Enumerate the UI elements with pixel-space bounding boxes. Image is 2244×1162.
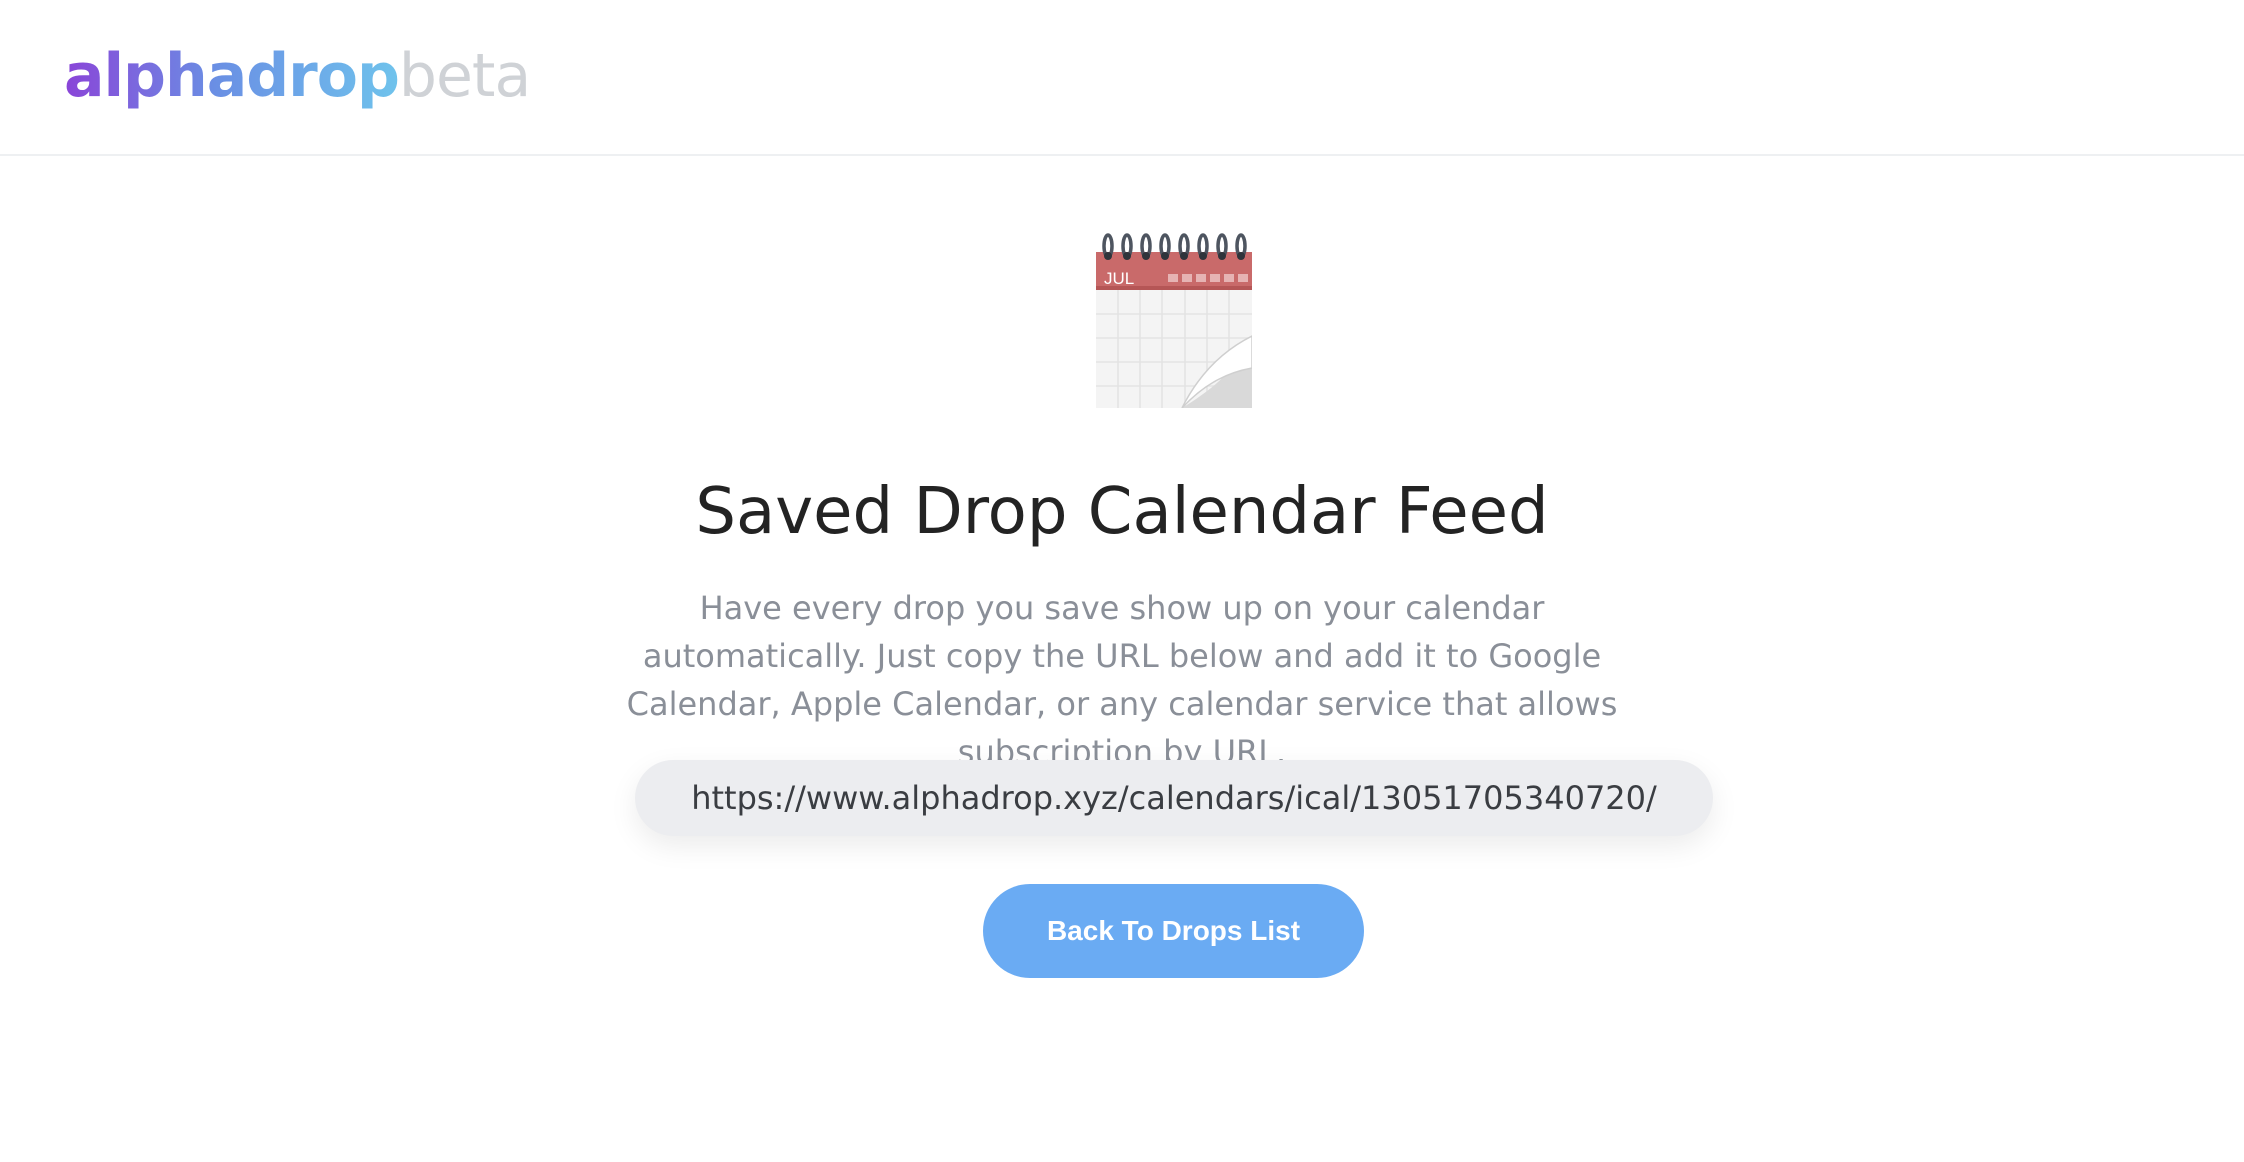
beta-label: beta — [398, 41, 531, 111]
calendar-month-label: JUL — [1104, 269, 1134, 288]
calendar-icon: JUL — [1096, 233, 1252, 408]
page-title: Saved Drop Calendar Feed — [695, 475, 1549, 549]
feed-description: Have every drop you save show up on your… — [626, 589, 1618, 771]
logo[interactable]: alphadropbeta — [64, 38, 531, 114]
back-to-drops-list-button[interactable]: Back To Drops List — [983, 884, 1364, 978]
calendar-feed-url[interactable]: https://www.alphadrop.xyz/calendars/ical… — [635, 760, 1713, 836]
site-header: alphadropbeta — [0, 0, 2244, 156]
logo-text: alphadrop — [64, 41, 400, 111]
